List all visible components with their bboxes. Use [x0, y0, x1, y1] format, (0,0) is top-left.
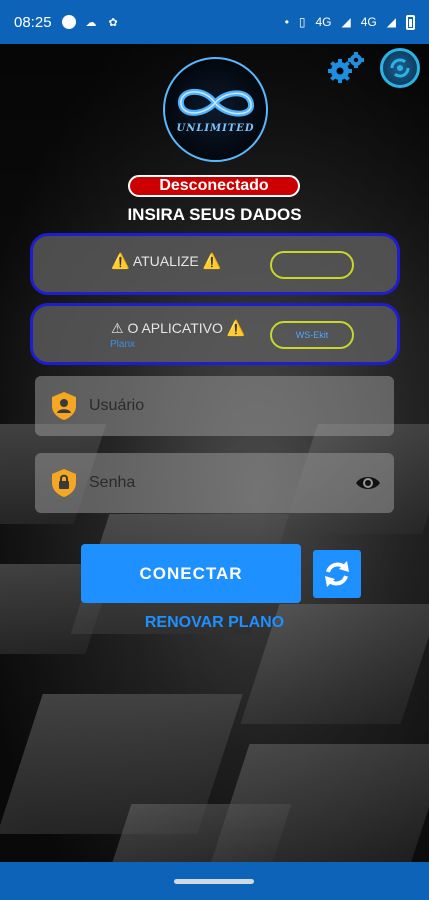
eye-icon[interactable]	[355, 473, 381, 493]
notice-title: ⚠ O APLICATIVO ⚠️	[111, 319, 245, 337]
network-4g-label-1: 4G	[315, 15, 332, 29]
signal-icon-2: ◢	[386, 15, 396, 29]
navigation-bar	[0, 862, 429, 900]
renew-plan-link[interactable]: RENOVAR PLANO	[0, 614, 429, 632]
lock-shield-icon	[52, 469, 76, 497]
connect-button[interactable]: CONECTAR	[81, 544, 301, 603]
password-input[interactable]	[89, 453, 349, 513]
connection-status-badge: Desconectado	[128, 175, 300, 197]
logo-text: UNLIMITED	[176, 123, 255, 134]
notice-small-label: Planx	[110, 339, 136, 350]
dot-icon: •	[284, 15, 289, 29]
warning-icon: ⚠️	[111, 253, 130, 270]
status-bar: 08:25 ☁ ✿ • ▯ 4G ◢ 4G ◢	[0, 0, 429, 44]
home-gesture-handle[interactable]	[174, 879, 254, 884]
warning-icon: ⚠️	[226, 320, 246, 337]
status-right: • ▯ 4G ◢ 4G ◢	[284, 14, 415, 30]
battery-icon	[406, 14, 415, 30]
status-time: 08:25	[14, 13, 52, 31]
vibrate-icon: ▯	[298, 15, 306, 29]
user-shield-icon	[52, 392, 76, 420]
username-input[interactable]	[89, 376, 349, 436]
notice-chip[interactable]	[270, 251, 354, 279]
gear-icon	[328, 52, 364, 83]
infinity-logo-icon	[178, 88, 254, 117]
signal-icon: ◢	[341, 15, 351, 29]
sync-icon	[390, 58, 410, 78]
page-subtitle: INSIRA SEUS DADOS	[127, 205, 302, 224]
refresh-icon	[325, 561, 349, 587]
password-field-container	[35, 453, 394, 513]
refresh-button[interactable]	[313, 550, 361, 598]
app-notification-icon: ✿	[108, 16, 118, 29]
notice-chip[interactable]: WS-Ekit	[270, 321, 354, 349]
notice-title-text: ATUALIZE	[132, 253, 199, 269]
notice-card-update: ⚠️ ATUALIZE ⚠️	[30, 233, 400, 295]
warning-outline-icon: ⚠	[111, 320, 124, 336]
notification-dot-icon	[61, 15, 76, 29]
username-field-container	[35, 376, 394, 436]
notice-title: ⚠️ ATUALIZE ⚠️	[111, 252, 221, 270]
warning-icon: ⚠️	[202, 253, 222, 270]
notice-title-text: O APLICATIVO	[127, 320, 223, 336]
notice-card-app: ⚠ O APLICATIVO ⚠️ Planx WS-Ekit	[30, 303, 400, 365]
cloud-icon: ☁	[85, 16, 97, 29]
app-logo: UNLIMITED	[163, 57, 268, 162]
network-4g-label-2: 4G	[360, 15, 377, 29]
sync-button[interactable]	[380, 48, 420, 88]
settings-button[interactable]	[326, 50, 366, 86]
